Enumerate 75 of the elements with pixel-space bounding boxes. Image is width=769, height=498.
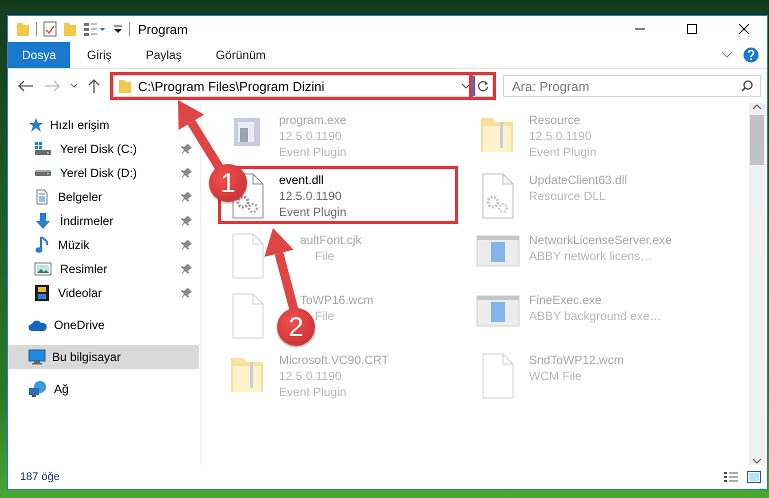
drive-icon <box>34 170 52 176</box>
back-icon[interactable] <box>18 80 34 92</box>
cloud-icon <box>28 318 48 332</box>
file-name: event.dll <box>279 172 325 188</box>
music-icon <box>34 236 50 254</box>
sidebar-item[interactable]: Hızlı erişim <box>8 113 116 137</box>
search-field[interactable]: Ara: Program <box>503 75 761 97</box>
file-name: aultFont.cjk <box>299 232 362 248</box>
maximize-icon <box>686 23 698 35</box>
sidebar-item[interactable]: OneDrive <box>8 313 111 337</box>
item-count: 187 öğe <box>20 471 60 483</box>
file-name: SndToWP12.wcm <box>529 352 624 368</box>
file-name: Resource <box>529 112 582 128</box>
download-icon <box>34 212 52 230</box>
view-icon[interactable] <box>83 22 107 36</box>
scroll-thumb[interactable] <box>750 115 764 165</box>
sidebar-item[interactable]: Resimler <box>8 257 199 281</box>
recent-caret-icon[interactable] <box>70 83 78 89</box>
file-detail: ABBY network licens… <box>529 248 654 264</box>
image-icon <box>34 262 52 276</box>
sidebar-item[interactable]: Yerel Disk (C:) <box>8 137 199 161</box>
file-detail: 12.5.0.1190 <box>279 368 343 384</box>
file-name: FineExec.exe <box>529 292 603 308</box>
drive-icon <box>34 141 52 157</box>
ribbon-tab[interactable]: Dosya <box>8 42 70 68</box>
file-name: Microsoft.VC90.CRT <box>279 352 389 368</box>
folder-icon <box>118 78 132 94</box>
large-icons-view-icon[interactable] <box>747 471 761 483</box>
ribbon-tab[interactable]: Paylaş <box>128 42 199 68</box>
properties-icon[interactable] <box>43 21 57 37</box>
close-icon <box>738 23 750 35</box>
file-detail: Event Plugin <box>279 144 346 160</box>
folder-icon <box>16 21 30 37</box>
file-detail: File <box>314 248 336 264</box>
file-detail: Resource DLL <box>529 188 607 204</box>
window-title: Program <box>138 22 188 36</box>
star-icon <box>28 117 44 133</box>
file-name: UpdateClient63.dll <box>529 172 628 188</box>
customize-icon[interactable] <box>113 23 123 35</box>
file-detail: Event Plugin <box>279 204 346 220</box>
chevron-down-icon[interactable] <box>721 51 733 59</box>
file-detail: File <box>314 308 336 324</box>
help-icon[interactable] <box>743 47 759 63</box>
refresh-icon <box>476 80 489 92</box>
ribbon-tab[interactable]: Giriş <box>70 42 129 68</box>
document-icon <box>34 189 50 205</box>
film-icon <box>34 284 50 302</box>
scrollbar[interactable] <box>749 103 765 465</box>
file-detail: 12.5.0.1190 <box>279 188 343 204</box>
file-name: ToWP16.wcm <box>299 292 374 308</box>
file-detail: ABBY background exe… <box>529 308 662 324</box>
ribbon-tab[interactable]: Görünüm <box>198 42 283 68</box>
file-detail: Event Plugin <box>279 384 348 400</box>
details-view-icon[interactable] <box>723 471 739 483</box>
sidebar-item[interactable]: Müzik <box>8 233 199 257</box>
sidebar-item[interactable]: Videolar <box>8 281 199 305</box>
file-detail: WCM File <box>529 368 583 384</box>
sidebar-item[interactable]: Yerel Disk (D:) <box>8 161 199 185</box>
file-detail: 12.5.0.1190 <box>279 128 343 144</box>
search-icon <box>741 80 753 92</box>
file-detail: 12.5.0.1190 <box>529 128 593 144</box>
up-icon[interactable] <box>88 79 100 93</box>
sidebar-item[interactable]: Ağ <box>8 377 75 401</box>
sidebar-item[interactable]: İndirmeler <box>8 209 199 233</box>
scroll-up-icon[interactable] <box>752 103 762 111</box>
file-name: NetworkLicenseServer.exe <box>529 232 672 248</box>
computer-icon <box>28 349 46 365</box>
sidebar-item[interactable]: Belgeler <box>8 185 199 209</box>
file-detail: Event Plugin <box>529 144 596 160</box>
dropdown-caret-icon[interactable] <box>460 83 470 89</box>
file-name: program.exe <box>279 112 346 128</box>
sidebar-item[interactable]: Bu bilgisayar <box>8 345 199 369</box>
network-icon <box>28 380 48 398</box>
refresh-button[interactable] <box>472 75 493 97</box>
scroll-down-icon[interactable] <box>752 457 762 465</box>
